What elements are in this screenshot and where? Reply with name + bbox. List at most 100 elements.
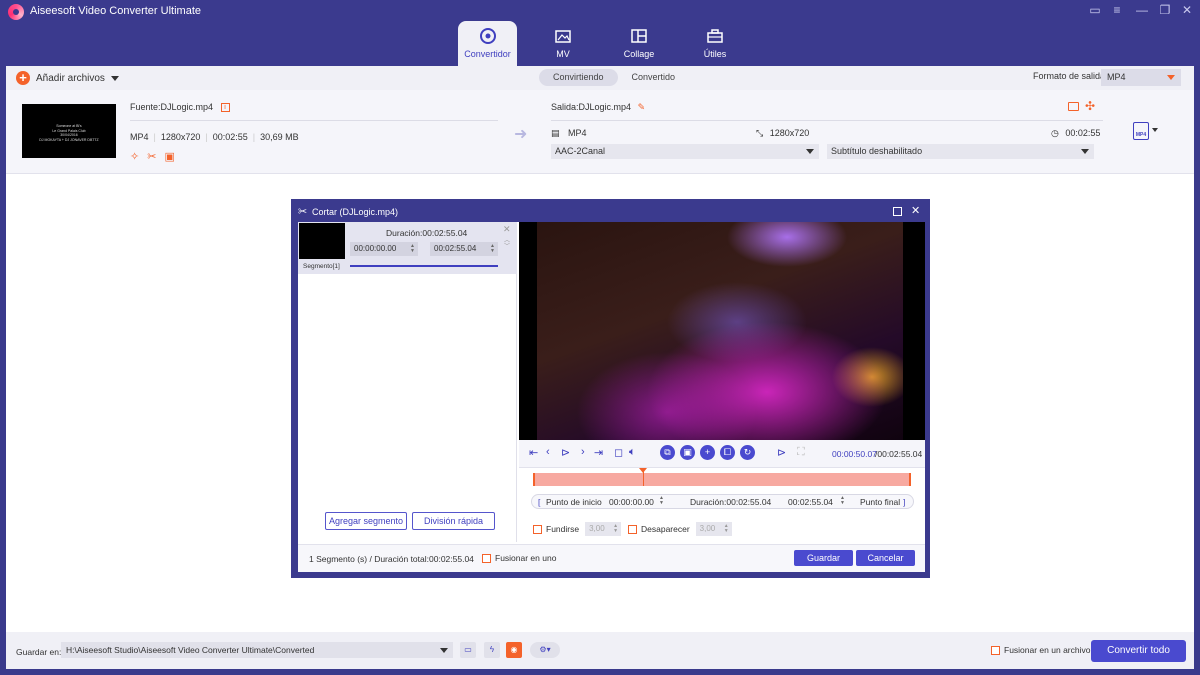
remove-segment-icon[interactable]: ✕ xyxy=(503,224,511,235)
toolbar: + Añadir archivos Convirtiendo Convertid… xyxy=(6,66,1194,90)
play-segment-icon[interactable]: ⊳ xyxy=(777,446,786,459)
end-point-input[interactable]: 00:02:55.04 xyxy=(788,497,833,507)
meta-separator: | xyxy=(205,132,208,142)
fade-out-input[interactable]: 3,00 ▲ ▼ xyxy=(695,522,732,536)
quick-split-button[interactable]: División rápida xyxy=(412,512,495,530)
tab-collage[interactable]: Collage xyxy=(609,21,669,66)
output-format-select[interactable]: MP4 xyxy=(1101,69,1181,86)
meta-separator: | xyxy=(153,132,156,142)
start-point-input[interactable]: 00:00:00.00 xyxy=(609,497,654,507)
scissors-icon[interactable]: ✂ xyxy=(147,150,156,163)
split-icon[interactable]: ⧉ xyxy=(660,445,675,460)
fade-out-checkbox[interactable] xyxy=(628,524,637,534)
skip-end-icon[interactable]: ⇥ xyxy=(594,446,603,459)
close-icon[interactable]: ✕ xyxy=(911,204,920,217)
spinner-icon[interactable]: ▲ ▼ xyxy=(490,244,495,254)
current-time: 00:00:50.07 xyxy=(832,449,877,459)
add-icon[interactable]: + xyxy=(700,445,715,460)
tab-mv[interactable]: MV xyxy=(533,21,593,66)
chevron-down-icon[interactable] xyxy=(110,75,119,81)
video-preview[interactable] xyxy=(519,222,925,440)
info-icon[interactable]: i xyxy=(220,103,230,113)
spinner-icon[interactable]: ▲ ▼ xyxy=(840,496,845,506)
prev-frame-icon[interactable]: ‹ xyxy=(546,446,550,458)
trim-timeline[interactable] xyxy=(533,468,911,486)
subtab-converted[interactable]: Convertido xyxy=(618,69,690,86)
merge-file-checkbox[interactable] xyxy=(991,645,1000,655)
output-format-text: MP4 xyxy=(568,128,587,138)
copy-segment-icon[interactable]: ▣ xyxy=(680,445,695,460)
move-down-icon[interactable]: ﹀ xyxy=(504,241,510,250)
format-badge: MP4 xyxy=(1135,132,1147,138)
reset-icon[interactable]: ↻ xyxy=(740,445,755,460)
chevron-down-icon[interactable] xyxy=(1152,128,1158,132)
subtitle-select[interactable]: Subtítulo deshabilitado xyxy=(827,144,1094,159)
skip-start-icon[interactable]: ⇤ xyxy=(529,446,538,459)
spinner-icon[interactable]: ▲ ▼ xyxy=(724,524,729,534)
fade-in-input[interactable]: 3,00 ▲ ▼ xyxy=(585,522,622,536)
save-to-label: Guardar en: xyxy=(16,647,62,657)
cancel-button[interactable]: Cancelar xyxy=(856,550,915,566)
output-format-value: MP4 xyxy=(1107,72,1126,82)
next-frame-icon[interactable]: › xyxy=(581,446,585,458)
end-point-button[interactable]: Punto final xyxy=(860,497,900,507)
spinner-icon[interactable]: ▲ ▼ xyxy=(410,244,415,254)
play-icon[interactable]: ⊳ xyxy=(561,446,570,459)
output-path-select[interactable]: H:\Aiseesoft Studio\Aiseesoft Video Conv… xyxy=(61,642,453,658)
convert-all-button[interactable]: Convertir todo xyxy=(1091,640,1186,662)
format-file-icon[interactable]: MP4 xyxy=(1133,122,1149,140)
fade-in-checkbox[interactable] xyxy=(533,524,542,534)
magic-wand-icon[interactable]: ✧ xyxy=(130,150,139,163)
divider xyxy=(130,120,498,121)
playhead[interactable] xyxy=(639,468,647,486)
maximize-icon[interactable]: ❐ xyxy=(1156,3,1174,17)
pencil-icon[interactable]: ✎ xyxy=(638,102,646,112)
volume-icon[interactable]: 🔈︎ xyxy=(629,446,636,459)
tab-utiles[interactable]: Útiles xyxy=(685,21,745,66)
spinner-icon[interactable]: ▲ ▼ xyxy=(659,496,664,506)
start-point-button[interactable]: Punto de inicio xyxy=(546,497,602,507)
stop-icon[interactable]: ◻ xyxy=(614,446,623,459)
settings-icon[interactable] xyxy=(1068,102,1079,111)
range-duration: Duración:00:02:55.04 xyxy=(690,497,772,507)
settings-gear-icon[interactable]: ⚙▾ xyxy=(530,642,560,658)
fade-in-label: Fundirse xyxy=(546,524,580,534)
tab-convertidor[interactable]: Convertidor xyxy=(458,21,517,66)
gpu-icon[interactable]: ◉ xyxy=(506,642,522,658)
segment-list: Segmento[1] Duración:00:02:55.04 00:00:0… xyxy=(298,222,517,542)
chat-icon[interactable]: ▭ xyxy=(1086,3,1104,17)
audio-track-select[interactable]: AAC-2Canal xyxy=(551,144,819,159)
add-segment-button[interactable]: Agregar segmento xyxy=(325,512,407,530)
audio-track-value: AAC-2Canal xyxy=(555,146,606,156)
source-size: 30,69 MB xyxy=(260,132,299,142)
maximize-icon[interactable] xyxy=(893,207,902,216)
playback-controls: ⇤ ‹ ⊳ › ⇥ ◻ 🔈︎ ⧉ ▣ + ⧠ ↻ ⊳ ⛶ 00:00:50.07… xyxy=(519,440,925,468)
close-icon[interactable]: ✕ xyxy=(1178,3,1196,17)
output-resolution-info: ⤡ 1280x720 xyxy=(756,128,809,139)
output-filename-text: Salida:DJLogic.mp4 xyxy=(551,102,632,112)
edit-subtitle-icon[interactable]: ▣ xyxy=(164,150,174,163)
video-thumbnail[interactable]: Someone at Bl's Le Grand Palais Club 30/… xyxy=(22,104,116,158)
scissors-icon: ✂ xyxy=(298,206,308,218)
save-button[interactable]: Guardar xyxy=(794,550,853,566)
segment-end-input[interactable]: 00:02:55.04 ▲ ▼ xyxy=(430,242,498,256)
compress-icon[interactable]: ✣ xyxy=(1085,99,1095,113)
segment-item[interactable]: Segmento[1] Duración:00:02:55.04 00:00:0… xyxy=(298,222,517,274)
chevron-down-icon xyxy=(1167,75,1175,80)
title-bar: Aiseesoft Video Converter Ultimate ▭ ≡ —… xyxy=(0,0,1200,66)
segment-start-input[interactable]: 00:00:00.00 ▲ ▼ xyxy=(350,242,418,256)
end-bracket-icon: ] xyxy=(903,497,906,507)
merge-checkbox[interactable] xyxy=(482,553,491,563)
mv-icon xyxy=(555,30,571,43)
folder-icon[interactable]: ▭ xyxy=(460,642,476,658)
duplicate-icon[interactable]: ⧠ xyxy=(720,445,735,460)
source-resolution: 1280x720 xyxy=(160,132,201,142)
fullscreen-icon[interactable]: ⛶ xyxy=(797,446,805,459)
minimize-icon[interactable]: — xyxy=(1133,3,1151,17)
add-files-button[interactable]: + Añadir archivos xyxy=(16,71,119,85)
subtab-converting[interactable]: Convirtiendo xyxy=(539,69,618,86)
menu-icon[interactable]: ≡ xyxy=(1108,3,1126,17)
hardware-accel-icon[interactable]: ϟ xyxy=(484,642,500,658)
spinner-icon[interactable]: ▲ ▼ xyxy=(613,524,618,534)
meta-separator: | xyxy=(252,132,256,142)
